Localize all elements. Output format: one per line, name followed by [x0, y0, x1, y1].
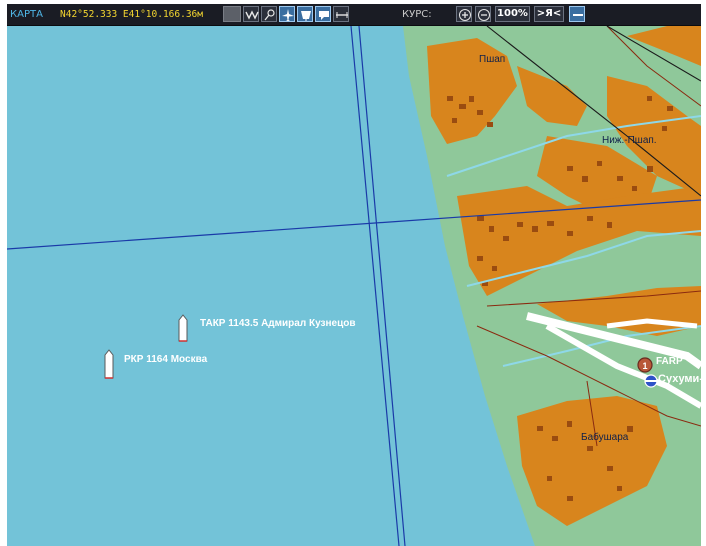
ship-label: ТАКР 1143.5 Адмирал Кузнецов [200, 318, 356, 329]
svg-text:1: 1 [642, 361, 647, 371]
zoom-out-icon[interactable] [475, 6, 491, 22]
cursor-coordinates: N42°52.333 E41°10.166.36м [60, 9, 203, 20]
zoom-level[interactable]: 100% [495, 6, 530, 22]
ship-filter-icon[interactable] [297, 6, 313, 22]
town-label: Пшап [479, 54, 506, 65]
ship-icon[interactable] [178, 314, 188, 342]
town-label: Ниж.-Пшап. [602, 135, 657, 146]
ruler-icon[interactable] [333, 6, 349, 22]
map-toolbar: КАРТА N42°52.333 E41°10.166.36м КУРС: 10… [7, 4, 701, 26]
pin-icon[interactable] [261, 6, 277, 22]
map-title: КАРТА [10, 9, 43, 20]
blank-toolbar-button[interactable] [223, 6, 241, 22]
course-label: КУРС: [402, 9, 432, 20]
town-label: Бабушара [581, 432, 629, 443]
farp-icon[interactable]: 1 [637, 357, 653, 373]
airfield-label: Сухуми-Б [658, 373, 701, 385]
line-mode-icon[interactable] [569, 6, 585, 22]
zoom-in-icon[interactable] [456, 6, 472, 22]
ship-icon[interactable] [104, 349, 114, 379]
chat-icon[interactable] [315, 6, 331, 22]
farp-label: FARP [656, 356, 683, 367]
ship-label: РКР 1164 Москва [124, 354, 208, 365]
map-window: КАРТА N42°52.333 E41°10.166.36м КУРС: 10… [0, 0, 706, 546]
center-on-self-button[interactable]: >Я< [534, 6, 564, 22]
airfield-icon[interactable] [644, 374, 658, 388]
snake-route-icon[interactable] [243, 6, 259, 22]
map-canvas[interactable]: 1 ТАКР 1143.5 Адмирал Кузнецов РКР 1164 … [7, 26, 701, 546]
aircraft-filter-icon[interactable] [279, 6, 295, 22]
